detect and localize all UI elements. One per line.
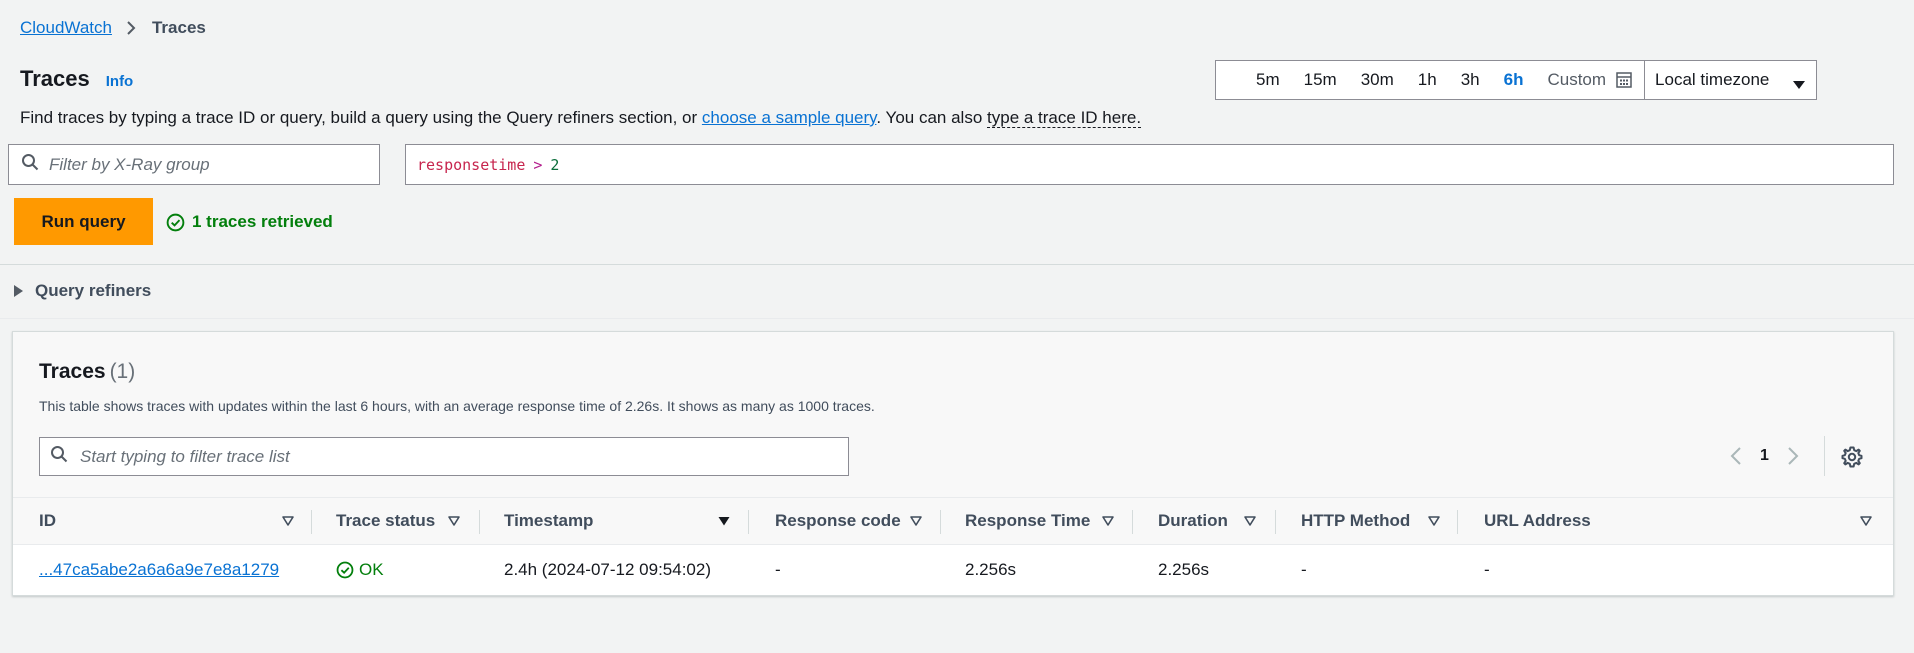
column-header-url-address[interactable]: URL Address bbox=[1484, 498, 1591, 544]
next-page-icon[interactable] bbox=[1783, 444, 1803, 468]
xray-group-filter-input[interactable]: Filter by X-Ray group bbox=[8, 144, 380, 185]
custom-label: Custom bbox=[1547, 70, 1607, 89]
page-description: Find traces by typing a trace ID or quer… bbox=[20, 108, 1142, 128]
page-header: Traces Info bbox=[20, 66, 133, 92]
traces-description: This table shows traces with updates wit… bbox=[39, 398, 875, 414]
column-header-trace-status[interactable]: Trace status bbox=[336, 498, 435, 544]
query-field: responsetime bbox=[417, 155, 526, 174]
column-divider bbox=[1275, 510, 1276, 534]
previous-page-icon[interactable] bbox=[1726, 444, 1746, 468]
description-text-1: Find traces by typing a trace ID or quer… bbox=[20, 108, 702, 127]
column-header-duration[interactable]: Duration bbox=[1158, 498, 1228, 544]
duration-cell: 2.256s bbox=[1158, 560, 1210, 579]
sample-query-link[interactable]: choose a sample query bbox=[702, 108, 877, 127]
column-header-http-method[interactable]: HTTP Method bbox=[1301, 498, 1410, 544]
breadcrumb: CloudWatch Traces bbox=[20, 18, 206, 38]
pagination: 1 bbox=[1726, 444, 1803, 468]
column-header-response-code[interactable]: Response code bbox=[775, 498, 901, 544]
response-code-cell: - bbox=[775, 560, 781, 579]
trace-id-cell-link[interactable]: ...47ca5abe2a6a6a9e7e8a1279 bbox=[39, 545, 279, 595]
calendar-icon bbox=[1616, 72, 1632, 88]
trace-status-text: OK bbox=[359, 560, 384, 579]
time-option-1h[interactable]: 1h bbox=[1406, 61, 1449, 99]
page-title: Traces bbox=[20, 66, 90, 91]
check-circle-icon bbox=[336, 561, 354, 579]
time-range-selector: 5m 15m 30m 1h 3h 6h Custom Local timezon… bbox=[1215, 60, 1818, 100]
search-icon bbox=[50, 445, 68, 468]
caret-down-icon bbox=[1792, 75, 1806, 89]
settings-gear-icon[interactable] bbox=[1840, 445, 1864, 469]
http-method-cell: - bbox=[1301, 560, 1307, 579]
xray-group-placeholder: Filter by X-Ray group bbox=[49, 154, 210, 174]
query-status: 1 traces retrieved bbox=[166, 212, 333, 232]
current-page[interactable]: 1 bbox=[1760, 447, 1769, 465]
time-option-5m[interactable]: 5m bbox=[1216, 61, 1292, 99]
query-operator: > bbox=[533, 155, 543, 174]
traces-table-panel: Traces (1) This table shows traces with u… bbox=[12, 331, 1894, 596]
check-circle-icon bbox=[166, 213, 185, 231]
trace-list-filter-input[interactable]: Start typing to filter trace list bbox=[39, 437, 849, 476]
trace-filter-placeholder: Start typing to filter trace list bbox=[80, 446, 290, 466]
divider bbox=[1824, 436, 1825, 476]
column-divider bbox=[479, 510, 480, 534]
caret-right-icon bbox=[14, 285, 23, 297]
column-divider bbox=[311, 510, 312, 534]
description-text-2: . You can also bbox=[876, 108, 988, 127]
traces-count: (1) bbox=[109, 360, 136, 383]
query-status-text: 1 traces retrieved bbox=[192, 212, 333, 231]
traces-title-text: Traces bbox=[39, 360, 106, 383]
sort-icon[interactable] bbox=[1101, 514, 1115, 528]
query-refiners-toggle[interactable]: Query refiners bbox=[14, 281, 151, 301]
chevron-right-icon bbox=[126, 20, 138, 36]
column-header-id[interactable]: ID bbox=[39, 498, 56, 544]
time-option-30m[interactable]: 30m bbox=[1349, 61, 1406, 99]
divider bbox=[0, 264, 1914, 265]
table-header: ID Trace status Timestamp Response code … bbox=[13, 497, 1893, 545]
column-header-timestamp[interactable]: Timestamp bbox=[504, 498, 593, 544]
trace-id-link[interactable]: type a trace ID here. bbox=[987, 108, 1142, 128]
search-icon bbox=[21, 153, 39, 176]
trace-status-cell: OK bbox=[336, 545, 384, 595]
timezone-dropdown[interactable]: Local timezone bbox=[1644, 61, 1816, 99]
sort-icon[interactable] bbox=[447, 514, 461, 528]
sort-icon[interactable] bbox=[1427, 514, 1441, 528]
column-divider bbox=[1457, 510, 1458, 534]
column-divider bbox=[1132, 510, 1133, 534]
query-refiners-label: Query refiners bbox=[35, 281, 152, 300]
time-option-3h[interactable]: 3h bbox=[1449, 61, 1492, 99]
sort-icon[interactable] bbox=[281, 514, 295, 528]
run-query-button[interactable]: Run query bbox=[14, 198, 153, 245]
sort-icon[interactable] bbox=[1243, 514, 1257, 528]
breadcrumb-cloudwatch-link[interactable]: CloudWatch bbox=[20, 18, 112, 38]
query-value: 2 bbox=[550, 155, 560, 174]
divider bbox=[0, 318, 1914, 319]
table-row: ...47ca5abe2a6a6a9e7e8a1279 OK 2.4h (202… bbox=[13, 545, 1893, 595]
timezone-label: Local timezone bbox=[1655, 70, 1770, 89]
sort-icon[interactable] bbox=[909, 514, 923, 528]
column-header-response-time[interactable]: Response Time bbox=[965, 498, 1090, 544]
info-link[interactable]: Info bbox=[106, 73, 134, 90]
traces-title: Traces (1) bbox=[39, 360, 135, 384]
column-divider bbox=[748, 510, 749, 534]
sort-icon[interactable] bbox=[1859, 514, 1873, 528]
column-divider bbox=[940, 510, 941, 534]
time-option-custom[interactable]: Custom bbox=[1535, 61, 1644, 99]
time-option-6h[interactable]: 6h bbox=[1492, 61, 1536, 99]
response-time-cell: 2.256s bbox=[965, 560, 1017, 579]
time-option-15m[interactable]: 15m bbox=[1292, 61, 1349, 99]
url-address-cell: - bbox=[1484, 560, 1490, 579]
timestamp-cell: 2.4h (2024-07-12 09:54:02) bbox=[504, 560, 711, 579]
sort-active-icon[interactable] bbox=[717, 514, 731, 528]
query-editor[interactable]: responsetime > 2 bbox=[405, 144, 1894, 185]
breadcrumb-current: Traces bbox=[151, 18, 206, 37]
